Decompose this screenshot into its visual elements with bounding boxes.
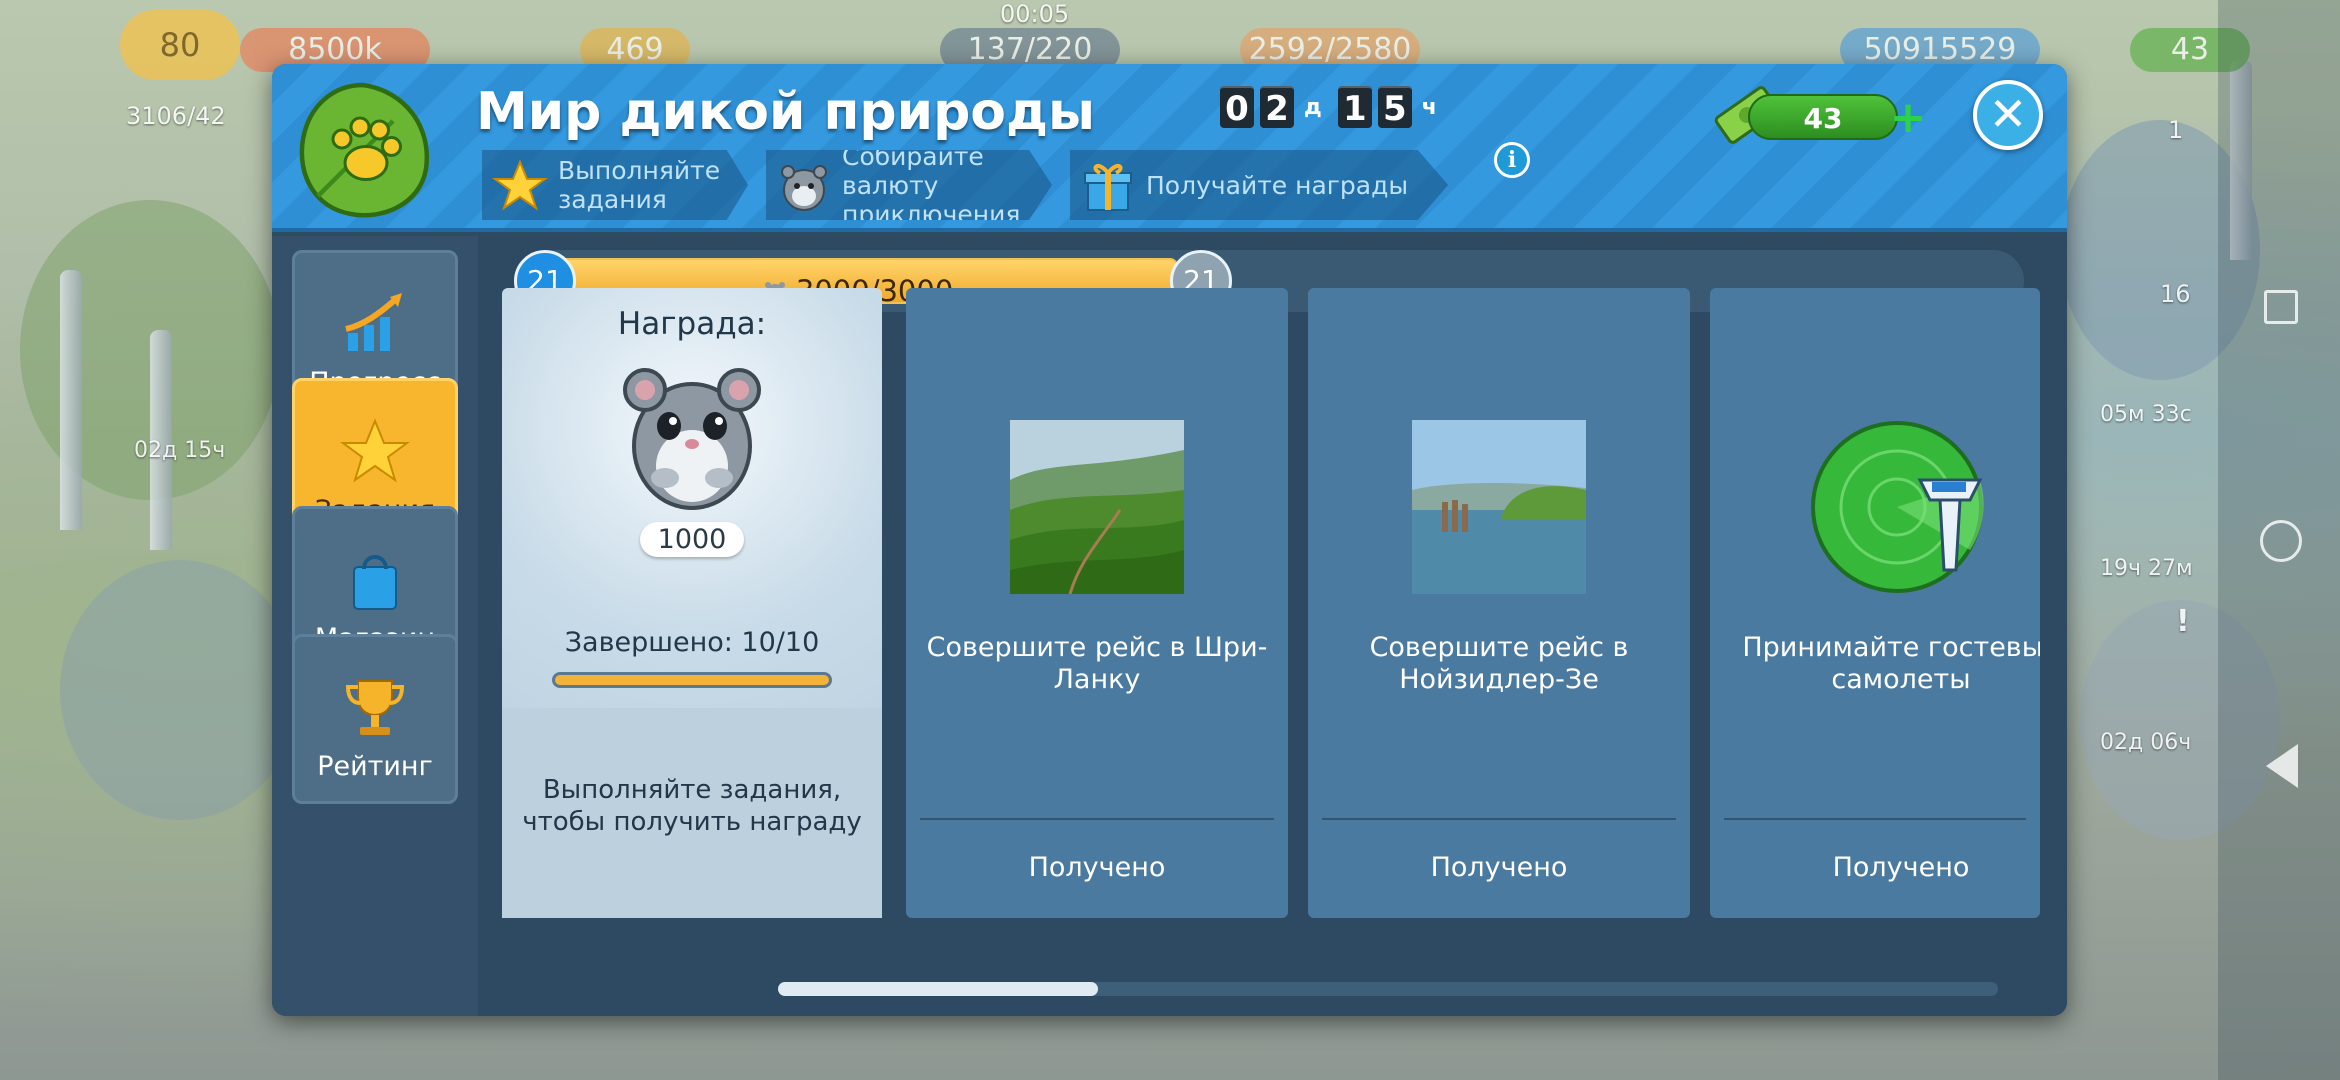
task-text: Принимайте гостевые самолеты [1742, 632, 2040, 695]
star-icon [492, 159, 548, 211]
scrollbar-thumb[interactable] [778, 982, 1098, 996]
timer-digit: 5 [1377, 86, 1412, 129]
hud-side-timer-1: 05м 33с [2100, 402, 2192, 427]
event-steps: Выполняйте задания Собирайте валюту прик… [482, 150, 1449, 220]
task-status: Получено [1430, 852, 1568, 883]
event-title: Мир дикой природы [476, 82, 1096, 142]
hamster-icon [623, 368, 761, 510]
task-text: Совершите рейс в Нойзидлер-Зе [1369, 632, 1629, 695]
android-nav-bar [2218, 0, 2340, 1080]
hud-side-timer-2: 19ч 27м [2100, 556, 2193, 581]
back-icon[interactable] [2266, 744, 2298, 788]
task-status: Получено [1832, 852, 1970, 883]
hamster-icon [781, 165, 827, 211]
task-card[interactable]: Совершите рейс в Нойзидлер-Зе Получено [1308, 288, 1690, 918]
home-icon[interactable] [2260, 520, 2302, 562]
timer-digit: 1 [1337, 86, 1372, 129]
step-collect-currency: Собирайте валюту приключения [766, 150, 1052, 220]
star-icon [340, 418, 410, 483]
chart-arrow-icon [345, 293, 402, 351]
timer-digit: 2 [1260, 86, 1294, 129]
reward-amount: 1000 [639, 522, 745, 557]
reward-progress-bar [552, 672, 832, 688]
hud-level-badge[interactable]: 80 [120, 10, 240, 80]
hud-population: 3106/42 [126, 102, 226, 130]
task-card[interactable]: Совершите рейс в Шри-Ланку Получено [906, 288, 1288, 918]
tab-rating[interactable]: Рейтинг [292, 634, 458, 804]
hud-badge-3: ! [2176, 604, 2190, 639]
control-tower-radar-icon [1811, 421, 1984, 593]
lake-neusiedl-image [1412, 420, 1586, 594]
reward-note: Выполняйте задания, чтобы получить награ… [502, 708, 882, 918]
timer-digit: 0 [1220, 86, 1254, 129]
paw-leaf-icon [299, 82, 430, 218]
task-status: Получено [1028, 852, 1166, 883]
sri-lanka-tea-plantation-image [1010, 420, 1184, 594]
event-sidebar: Прогресс Задания Магазин Рейтинг [272, 236, 478, 1016]
reward-heading: Награда: [617, 306, 767, 342]
step-label: Получайте награды [1146, 170, 1409, 200]
hud-side-timer-3: 02д 06ч [2100, 730, 2192, 755]
tasks-content: 3000/3000 21 21 Награда: [478, 236, 2067, 1016]
tab-rating-label: Рейтинг [317, 751, 433, 782]
step-label: Собирайте валюту приключения [842, 141, 1021, 229]
task-divider [1724, 818, 2026, 820]
shopping-bag-icon [353, 555, 397, 610]
add-cash-button[interactable]: + [1888, 96, 1928, 140]
recent-apps-icon[interactable] [2264, 290, 2298, 324]
task-text: Совершите рейс в Шри-Ланку [926, 632, 1268, 695]
hud-badge-1: 1 [2168, 116, 2184, 144]
task-divider [920, 818, 1274, 820]
step-get-rewards: Получайте награды [1070, 150, 1449, 220]
timer-unit-days: д [1304, 94, 1322, 120]
event-window: Мир дикой природы 0 2 д 1 5 ч 43 + ✕ Вып… [272, 64, 2067, 1016]
horizontal-scrollbar[interactable] [778, 982, 1998, 996]
hud-event-timer: 02д 15ч [134, 438, 226, 463]
event-timer: 0 2 д 1 5 ч [1220, 86, 1447, 129]
event-header: Мир дикой природы 0 2 д 1 5 ч 43 + ✕ Вып… [272, 64, 2067, 232]
task-card[interactable]: Принимайте гостевые самолеты Получено [1710, 288, 2040, 918]
info-button[interactable]: i [1494, 142, 1530, 178]
hud-badge-2: 16 [2160, 280, 2191, 308]
close-button[interactable]: ✕ [1973, 80, 2043, 150]
hud-clock: 00:05 [1000, 0, 1070, 28]
event-cash-counter: 43 [1748, 94, 1898, 140]
reward-card: Награда: 1000 Завершено: 10/10 Выполняйт… [502, 288, 882, 918]
trophy-icon [345, 680, 405, 735]
task-divider [1322, 818, 1676, 820]
timer-unit-hours: ч [1421, 94, 1437, 120]
gift-icon [1084, 163, 1132, 211]
step-label: Выполняйте задания [558, 156, 721, 214]
step-complete-tasks: Выполняйте задания [482, 150, 748, 220]
reward-completed: Завершено: 10/10 [564, 627, 820, 658]
